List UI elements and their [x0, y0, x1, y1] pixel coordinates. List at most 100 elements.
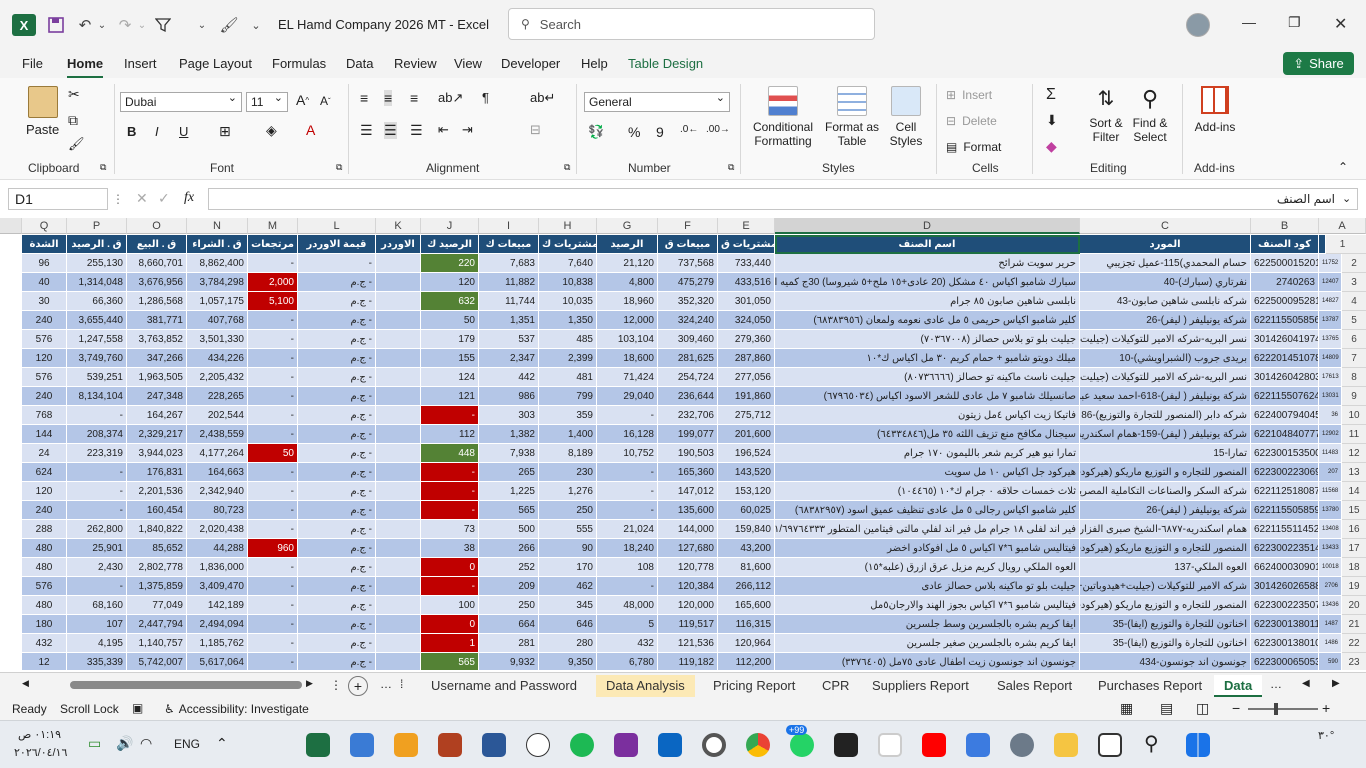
table-cell[interactable]: 6223001535009	[1251, 444, 1319, 463]
bold-button[interactable]: B	[127, 124, 136, 139]
table-cell[interactable]: 324,050	[718, 311, 775, 330]
table-cell[interactable]: 2,205,432	[187, 368, 248, 387]
row-number[interactable]: 14	[1342, 482, 1366, 501]
row-number[interactable]: 4	[1342, 292, 1366, 311]
table-cell[interactable]: 2,802,778	[127, 558, 187, 577]
table-cell[interactable]: 121,536	[658, 634, 718, 653]
table-cell[interactable]: -	[248, 501, 298, 520]
table-cell[interactable]: 565	[421, 653, 479, 670]
table-cell[interactable]: 2,494,094	[187, 615, 248, 634]
row-number[interactable]: 23	[1342, 653, 1366, 670]
table-cell[interactable]: 4,177,264	[187, 444, 248, 463]
table-cell[interactable]: 179	[421, 330, 479, 349]
row-number[interactable]: 17	[1342, 539, 1366, 558]
word-taskbar-icon[interactable]	[482, 733, 506, 757]
table-cell[interactable]: 281	[479, 634, 539, 653]
table-cell[interactable]: همام اسكندريه-٦٨٧٧-الشيخ صبرى الفزاري-٥٨…	[1080, 520, 1251, 539]
table-cell[interactable]: 277,056	[718, 368, 775, 387]
scroll-left-icon[interactable]: ◀	[22, 678, 29, 689]
table-cell[interactable]: 240	[22, 387, 67, 406]
close-icon[interactable]: ✕	[1334, 14, 1347, 34]
currency-icon[interactable]: 💱	[588, 124, 604, 140]
table-cell[interactable]: 8,189	[539, 444, 597, 463]
table-cell[interactable]: 480	[22, 596, 67, 615]
table-cell[interactable]: 13031	[1319, 387, 1342, 406]
column-header-q[interactable]: Q	[22, 218, 67, 234]
table-cell[interactable]: 2,447,794	[127, 615, 187, 634]
table-cell[interactable]: 180	[22, 615, 67, 634]
table-cell[interactable]: 60,025	[718, 501, 775, 520]
table-cell[interactable]: 44,288	[187, 539, 248, 558]
font-size-select[interactable]: 11	[246, 91, 288, 112]
column-header-f[interactable]: F	[658, 218, 718, 234]
row-number[interactable]: 3	[1342, 273, 1366, 292]
table-cell[interactable]: 100	[421, 596, 479, 615]
sheet-tab-purchases-report[interactable]: Purchases Report	[1088, 675, 1212, 697]
tiktok-taskbar-icon[interactable]	[878, 733, 902, 757]
table-cell[interactable]: 96	[22, 254, 67, 273]
row-number[interactable]: 15	[1342, 501, 1366, 520]
table-cell[interactable]: 287,860	[718, 349, 775, 368]
table-cell[interactable]: 480	[22, 558, 67, 577]
table-cell[interactable]: 3,944,023	[127, 444, 187, 463]
row-number[interactable]: 12	[1342, 444, 1366, 463]
page-break-view-icon[interactable]: ◫	[1196, 700, 1209, 717]
comma-style-icon[interactable]: 9	[656, 124, 664, 140]
header-cell-l[interactable]: قيمة الاوردر	[298, 235, 376, 254]
table-cell[interactable]: 1,286,568	[127, 292, 187, 311]
table-cell[interactable]: ج.م -	[298, 425, 376, 444]
language-indicator[interactable]: ENG	[174, 737, 200, 751]
horizontal-scrollbar[interactable]	[70, 681, 302, 689]
table-cell[interactable]: 50	[421, 311, 479, 330]
table-cell[interactable]: 1,247,558	[67, 330, 127, 349]
restore-icon[interactable]: ❐	[1288, 14, 1301, 31]
start-taskbar-icon[interactable]	[1186, 733, 1210, 757]
table-cell[interactable]: 303	[479, 406, 539, 425]
header-cell-c[interactable]: المورد	[1080, 235, 1251, 254]
table-cell[interactable]: -	[298, 254, 376, 273]
table-cell[interactable]: 17613	[1319, 368, 1342, 387]
table-cell[interactable]: 8,134,104	[67, 387, 127, 406]
alignment-launcher-icon[interactable]: ⧉	[564, 162, 570, 173]
table-cell[interactable]: -	[597, 501, 658, 520]
table-cell[interactable]: جيليت ناسث ماكينه تو حصالز (٨٠٧٣٦٦٦٦)	[775, 368, 1080, 387]
table-cell[interactable]: ميلك دويتو شامبو + حمام كريم ٣٠ مل اكياس…	[775, 349, 1080, 368]
table-cell[interactable]: -	[248, 634, 298, 653]
table-cell[interactable]: -	[421, 482, 479, 501]
confirm-entry-icon[interactable]: ✓	[158, 190, 170, 207]
table-cell[interactable]: -	[67, 406, 127, 425]
table-cell[interactable]: 6221155076243	[1251, 387, 1319, 406]
table-cell[interactable]: تمارا نيو هير كريم شعر بالليمون ١٧٠ جرام	[775, 444, 1080, 463]
table-cell[interactable]: اخناتون للتجارة والتوزيع (ايفا)-35	[1080, 615, 1251, 634]
table-cell[interactable]: -	[597, 577, 658, 596]
table-cell[interactable]: 433,516	[718, 273, 775, 292]
sheet-tab-sales-report[interactable]: Sales Report	[987, 675, 1082, 697]
table-cell[interactable]: 202,544	[187, 406, 248, 425]
bottom-align-icon[interactable]: ≡	[410, 90, 418, 106]
obs-taskbar-icon[interactable]	[702, 733, 726, 757]
table-cell[interactable]: ج.م -	[298, 501, 376, 520]
table-cell[interactable]: 119,517	[658, 615, 718, 634]
find-select-button[interactable]: ⚲ Find & Select	[1128, 86, 1172, 144]
table-cell[interactable]: -	[248, 330, 298, 349]
table-cell[interactable]: 352,320	[658, 292, 718, 311]
table-cell[interactable]: ج.م -	[298, 387, 376, 406]
row-number[interactable]: 6	[1342, 330, 1366, 349]
row-number[interactable]: 8	[1342, 368, 1366, 387]
table-cell[interactable]: 159,840	[718, 520, 775, 539]
table-cell[interactable]: 8,862,400	[187, 254, 248, 273]
table-cell[interactable]: بريدى جروب (الشبراويشي)-10	[1080, 349, 1251, 368]
table-cell[interactable]: 2,430	[67, 558, 127, 577]
table-cell[interactable]: جونسون اند جونسون زيت اطفال عادى ٧٥مل (٣…	[775, 653, 1080, 670]
sheet-tab-cpr[interactable]: CPR	[812, 675, 859, 697]
more-sheets-right[interactable]: …	[1270, 677, 1282, 691]
increase-decimal-icon[interactable]: .0←	[680, 124, 698, 135]
table-cell[interactable]: ج.م -	[298, 463, 376, 482]
text-direction-icon[interactable]: ¶	[482, 90, 489, 105]
table-cell[interactable]: المنصور للتجاره و التوزيع ماريكو (هيركود…	[1080, 539, 1251, 558]
wrap-text-icon[interactable]: ab↵	[530, 90, 555, 106]
table-cell[interactable]: حرير سويت شرائح	[775, 254, 1080, 273]
select-all-corner[interactable]	[0, 218, 22, 234]
table-cell[interactable]: ج.م -	[298, 482, 376, 501]
search-input[interactable]: ⚲ Search	[508, 8, 875, 40]
